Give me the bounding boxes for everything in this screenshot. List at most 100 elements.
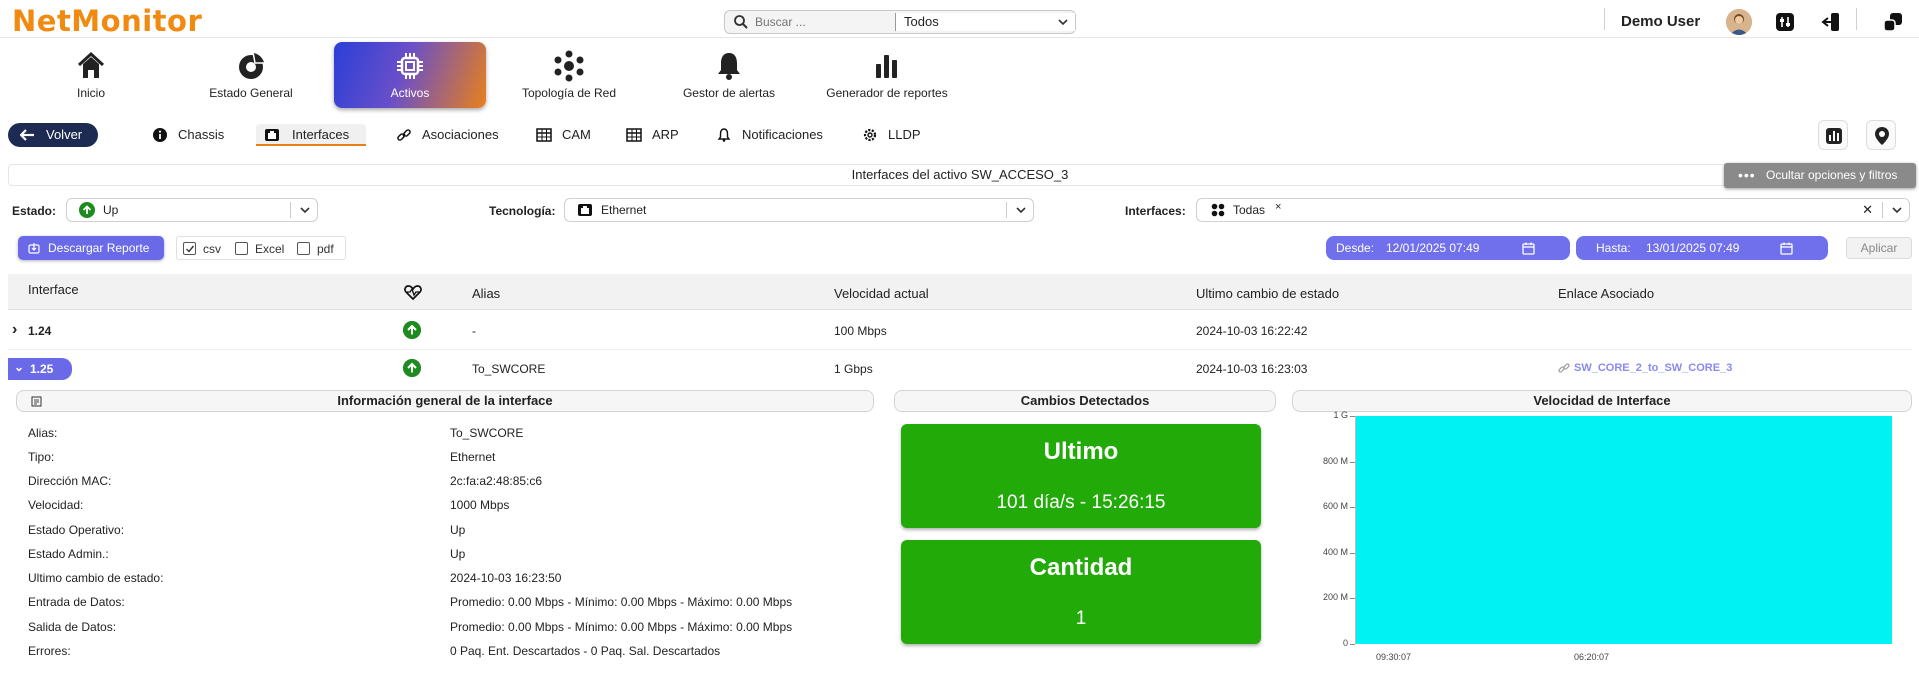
- info-label: Entrada de Datos:: [28, 595, 125, 609]
- divider: [1882, 202, 1883, 218]
- chart-y-tick-label: 800 M: [1322, 455, 1348, 466]
- hasta-field[interactable]: Hasta: 13/01/2025 07:49: [1576, 236, 1828, 260]
- divider: [290, 202, 291, 218]
- tab-chassis[interactable]: Chassis: [152, 124, 232, 146]
- tab-label: LLDP: [888, 127, 921, 142]
- card-value: 101 día/s - 15:26:15: [996, 492, 1166, 513]
- page-title-text: Interfaces del activo SW_ACCESO_3: [851, 167, 1069, 182]
- info-value: 1000 Mbps: [450, 498, 510, 512]
- apply-button[interactable]: Aplicar: [1846, 237, 1912, 259]
- estado-select[interactable]: Up: [66, 198, 318, 222]
- nav-item-estado-general[interactable]: Estado General: [194, 42, 308, 108]
- chart-area-fill[interactable]: [1356, 416, 1892, 644]
- status-up-icon: [403, 321, 421, 339]
- dashboard-icon: [239, 51, 266, 79]
- tab-asociaciones[interactable]: Asociaciones: [396, 124, 506, 146]
- chevron-down-icon: [300, 207, 310, 214]
- tecnologia-select[interactable]: Ethernet: [564, 198, 1034, 222]
- nav-label: Inicio: [76, 86, 105, 100]
- hasta-label: Hasta:: [1596, 241, 1631, 255]
- column-header-link[interactable]: Enlace Asociado: [1558, 286, 1654, 301]
- chart-view-button[interactable]: [1818, 120, 1848, 150]
- info-panel-title: Información general de la interface: [337, 393, 553, 408]
- table-icon: [536, 128, 552, 142]
- column-header-speed[interactable]: Velocidad actual: [834, 286, 929, 301]
- info-value: Promedio: 0.00 Mbps - Mínimo: 0.00 Mbps …: [450, 620, 793, 634]
- link-icon: [1558, 363, 1570, 373]
- nav-item-topologia[interactable]: Topología de Red: [514, 42, 624, 108]
- interfaces-select[interactable]: Todas × ✕: [1196, 198, 1910, 222]
- excel-checkbox[interactable]: [235, 242, 248, 255]
- chart-y-tick: [1350, 552, 1355, 554]
- info-value: Ethernet: [450, 450, 496, 464]
- download-report-button[interactable]: Descargar Reporte: [18, 236, 164, 260]
- cell-link[interactable]: SW_CORE_2_to_SW_CORE_3: [1574, 362, 1732, 374]
- chevron-down-icon: [1892, 207, 1902, 214]
- sliders-icon[interactable]: [1774, 11, 1796, 33]
- tab-arp[interactable]: ARP: [626, 124, 686, 146]
- pdf-checkbox[interactable]: [297, 242, 310, 255]
- table-icon: [626, 128, 642, 142]
- chart-y-axis: [1355, 416, 1356, 644]
- table-row-selected[interactable]: ⌄ 1.25 To_SWCORE 1 Gbps 2024-10-03 16:23…: [8, 350, 1912, 388]
- back-button[interactable]: Volver: [8, 123, 98, 147]
- nav-label: Generador de reportes: [826, 86, 948, 100]
- info-label: Ultimo cambio de estado:: [28, 571, 164, 585]
- column-header-last-change[interactable]: Ultimo cambio de estado: [1196, 286, 1339, 301]
- calendar-icon[interactable]: [1522, 242, 1535, 255]
- column-header-alias[interactable]: Alias: [472, 286, 500, 301]
- change-count-card: Cantidad 1: [901, 540, 1261, 644]
- csv-label: csv: [203, 242, 221, 256]
- nav-item-generador-reportes[interactable]: Generador de reportes: [822, 42, 952, 108]
- cell-speed: 100 Mbps: [834, 324, 887, 338]
- switch-app-icon[interactable]: [1882, 11, 1904, 33]
- calendar-icon[interactable]: [1780, 242, 1793, 255]
- tab-interfaces[interactable]: Interfaces: [256, 124, 366, 146]
- info-value: Up: [450, 523, 466, 537]
- row-interface-tag[interactable]: ⌄ 1.25: [8, 358, 72, 380]
- search-input[interactable]: [755, 13, 915, 31]
- nav-item-activos[interactable]: Activos: [334, 42, 486, 108]
- table-row[interactable]: › 1.24 - 100 Mbps 2024-10-03 16:22:42: [8, 312, 1912, 350]
- map-view-button[interactable]: [1866, 120, 1896, 150]
- card-title: Ultimo: [1043, 438, 1119, 465]
- chart-y-tick-label: 400 M: [1322, 546, 1348, 557]
- tab-label: Chassis: [178, 127, 225, 142]
- info-label: Estado Admin.:: [28, 547, 109, 561]
- hide-filters-button[interactable]: ••• Ocultar opciones y filtros: [1724, 163, 1916, 188]
- pdf-label: pdf: [317, 242, 334, 256]
- search-scope-value: Todos: [904, 14, 939, 29]
- clear-icon[interactable]: ✕: [1862, 199, 1873, 221]
- info-label: Estado Operativo:: [28, 523, 125, 537]
- nav-item-gestor-alertas[interactable]: Gestor de alertas: [674, 42, 784, 108]
- tecnologia-value: Ethernet: [601, 203, 647, 217]
- tab-lldp[interactable]: LLDP: [862, 124, 932, 146]
- nav-item-inicio[interactable]: Inicio: [41, 42, 141, 108]
- chart-y-tick: [1350, 461, 1355, 463]
- heart-pulse-icon[interactable]: [404, 284, 422, 300]
- cell-last-change: 2024-10-03 16:22:42: [1196, 324, 1308, 338]
- tab-label: ARP: [652, 127, 679, 142]
- collapse-row-icon[interactable]: ⌄: [14, 356, 24, 378]
- divider: [1856, 8, 1857, 30]
- cell-alias: To_SWCORE: [472, 362, 546, 376]
- changes-panel-header: Cambios Detectados: [894, 390, 1276, 412]
- avatar[interactable]: [1726, 9, 1752, 35]
- ethernet-icon: [265, 129, 279, 141]
- desde-field[interactable]: Desde: 12/01/2025 07:49: [1326, 236, 1570, 260]
- gear-icon: [863, 128, 877, 142]
- logout-icon[interactable]: [1820, 11, 1842, 33]
- info-value: Promedio: 0.00 Mbps - Mínimo: 0.00 Mbps …: [450, 595, 793, 609]
- tab-notificaciones[interactable]: Notificaciones: [716, 124, 826, 146]
- user-name[interactable]: Demo User: [1621, 13, 1700, 30]
- nav-label: Gestor de alertas: [682, 86, 776, 100]
- column-header-interface[interactable]: Interface: [28, 282, 79, 297]
- info-label: Alias:: [28, 426, 58, 440]
- chip-remove-icon[interactable]: ×: [1275, 196, 1281, 218]
- expand-row-icon[interactable]: ›: [12, 321, 17, 339]
- search-scope-select[interactable]: Todos: [895, 13, 1075, 31]
- tab-cam[interactable]: CAM: [536, 124, 596, 146]
- csv-checkbox[interactable]: [183, 242, 196, 255]
- app-logo[interactable]: NetMonitor: [12, 4, 202, 38]
- page-title: Interfaces del activo SW_ACCESO_3: [8, 164, 1912, 186]
